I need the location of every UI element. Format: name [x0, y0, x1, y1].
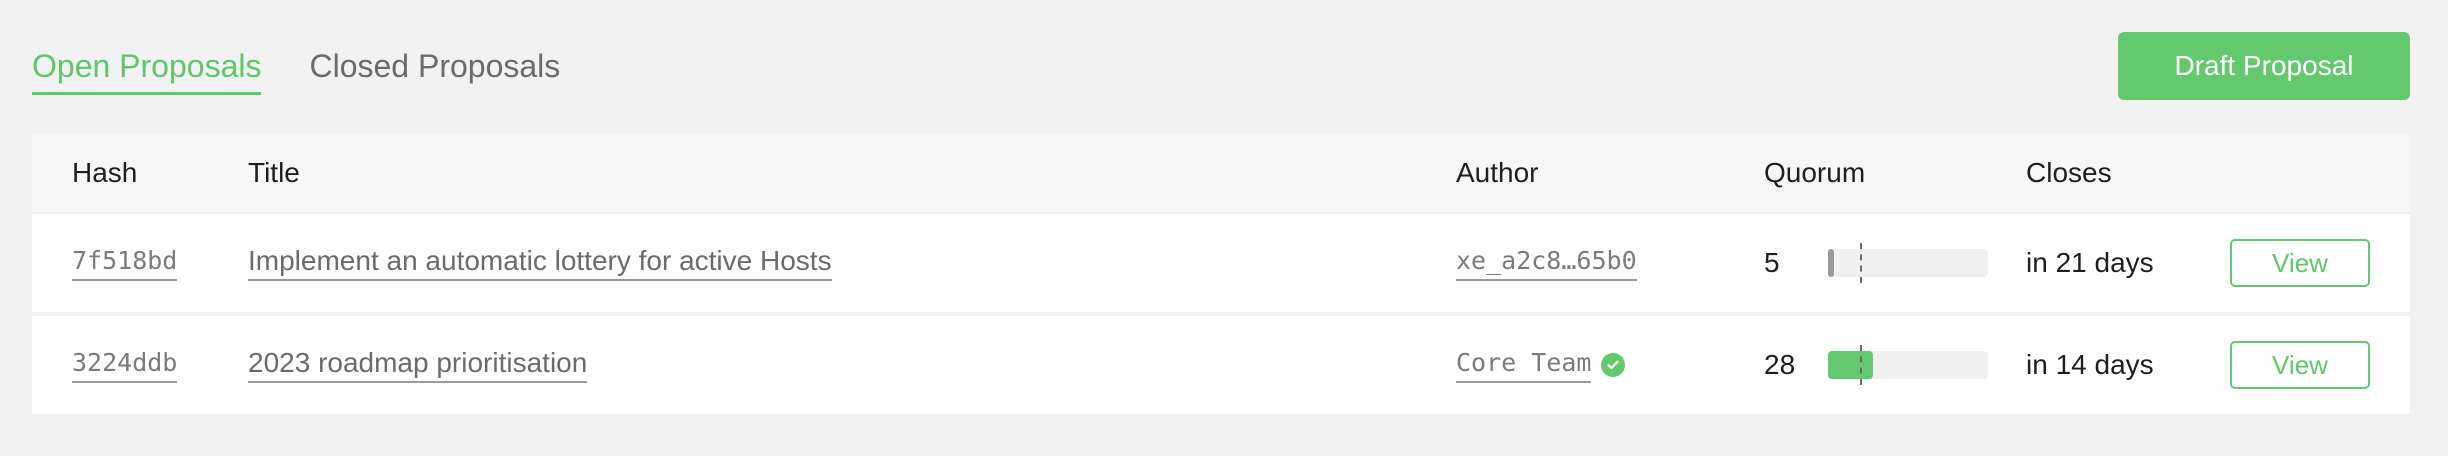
- proposal-tabs: Open Proposals Closed Proposals: [32, 44, 608, 96]
- quorum-progress-fill: [1828, 249, 1835, 277]
- tab-open-proposals[interactable]: Open Proposals: [32, 44, 262, 95]
- view-proposal-button[interactable]: View: [2230, 239, 2370, 287]
- view-proposal-button[interactable]: View: [2230, 341, 2370, 389]
- proposal-hash-link[interactable]: 3224ddb: [72, 347, 178, 383]
- table-row: 3224ddb 2023 roadmap prioritisation Core…: [32, 316, 2410, 414]
- closes-in: in 14 days: [2026, 349, 2154, 380]
- proposal-title-link[interactable]: Implement an automatic lottery for activ…: [248, 245, 832, 281]
- closes-in: in 21 days: [2026, 247, 2154, 278]
- tab-closed-proposals[interactable]: Closed Proposals: [309, 44, 560, 92]
- quorum-progress-fill: [1828, 351, 1873, 379]
- draft-proposal-button[interactable]: Draft Proposal: [2118, 32, 2410, 100]
- quorum-count: 28: [1764, 349, 1796, 380]
- column-header-closes: Closes: [2026, 157, 2112, 188]
- quorum-threshold-marker: [1860, 243, 1862, 283]
- table-row: 7f518bd Implement an automatic lottery f…: [32, 214, 2410, 312]
- proposal-title-link[interactable]: 2023 roadmap prioritisation: [248, 347, 588, 383]
- author-link[interactable]: Core Team: [1456, 347, 1592, 383]
- quorum-progress-bar: [1828, 345, 1988, 385]
- column-header-author: Author: [1456, 157, 1539, 188]
- author-link[interactable]: xe_a2c8…65b0: [1456, 245, 1637, 281]
- quorum-progress-bar: [1828, 243, 1988, 283]
- quorum-threshold-marker: [1860, 345, 1862, 385]
- table-header: Hash Title Author Quorum Closes: [32, 134, 2410, 214]
- column-header-quorum: Quorum: [1764, 157, 1866, 188]
- column-header-hash: Hash: [72, 157, 138, 188]
- column-header-title: Title: [248, 157, 300, 188]
- proposals-table: Hash Title Author Quorum Closes 7f518bd …: [32, 134, 2410, 414]
- verified-check-icon: [1601, 353, 1626, 377]
- quorum-count: 5: [1764, 247, 1780, 278]
- proposal-hash-link[interactable]: 7f518bd: [72, 245, 178, 281]
